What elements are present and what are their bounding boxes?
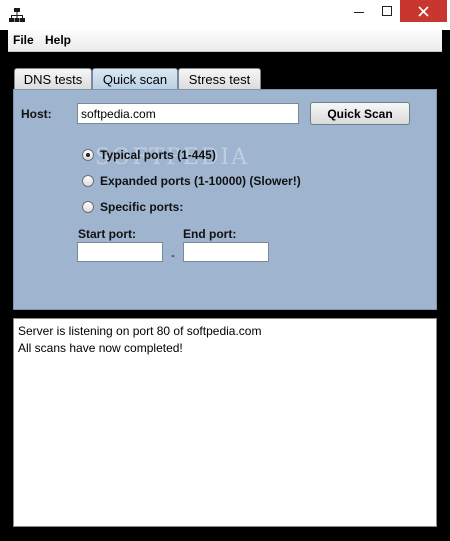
start-port-label: Start port: <box>78 227 136 241</box>
radio-typical-ports[interactable]: Typical ports (1-445) <box>82 147 216 163</box>
menu-help[interactable]: Help <box>45 33 71 47</box>
minimize-icon <box>354 12 364 13</box>
radio-typical-ports-label: Typical ports (1-445) <box>100 148 216 162</box>
radio-button[interactable] <box>82 201 94 213</box>
host-input[interactable] <box>77 103 299 124</box>
menu-file[interactable]: File <box>13 33 34 47</box>
radio-button-selected[interactable] <box>82 149 94 161</box>
tab-quick-scan[interactable]: Quick scan <box>92 68 178 90</box>
minimize-button[interactable] <box>344 0 374 22</box>
host-label: Host: <box>21 107 52 121</box>
start-port-input[interactable] <box>77 242 163 262</box>
tab-stress-test[interactable]: Stress test <box>178 68 261 89</box>
close-icon <box>418 5 429 17</box>
radio-expanded-ports-label: Expanded ports (1-10000) (Slower!) <box>100 174 301 188</box>
radio-specific-ports-label: Specific ports: <box>100 200 184 214</box>
radio-expanded-ports[interactable]: Expanded ports (1-10000) (Slower!) <box>82 173 301 189</box>
network-icon <box>9 8 25 22</box>
radio-button[interactable] <box>82 175 94 187</box>
tab-dns-tests[interactable]: DNS tests <box>14 68 92 89</box>
end-port-input[interactable] <box>183 242 269 262</box>
port-range-dash: - <box>171 248 175 262</box>
menu-bar: File Help <box>8 30 442 52</box>
end-port-label: End port: <box>183 227 237 241</box>
log-line: Server is listening on port 80 of softpe… <box>18 324 262 338</box>
output-log[interactable]: Server is listening on port 80 of softpe… <box>13 318 437 527</box>
title-bar[interactable] <box>0 0 450 30</box>
app-window: File Help DNS tests Quick scan Stress te… <box>0 0 450 541</box>
radio-specific-ports[interactable]: Specific ports: <box>82 199 183 215</box>
maximize-button[interactable] <box>374 0 400 22</box>
maximize-icon <box>382 6 392 16</box>
quick-scan-button[interactable]: Quick Scan <box>310 102 410 125</box>
close-button[interactable] <box>400 0 447 22</box>
log-line: All scans have now completed! <box>18 341 183 355</box>
